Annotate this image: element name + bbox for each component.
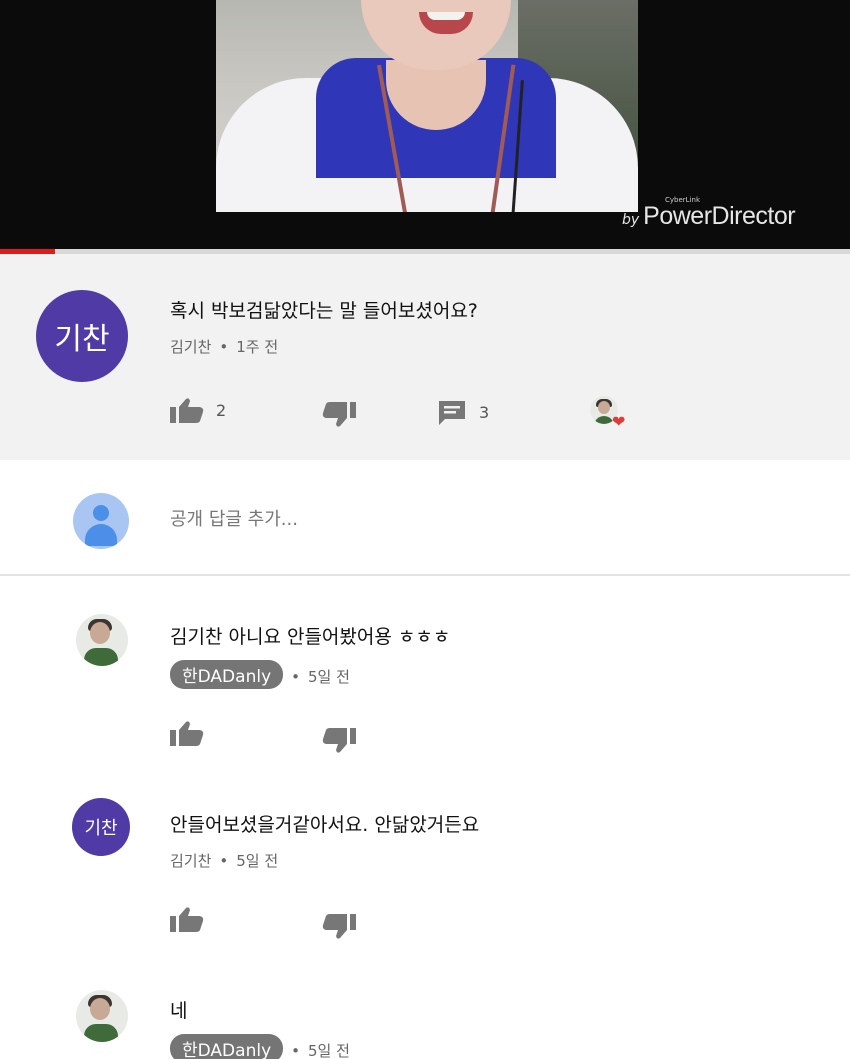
reply-input[interactable] [170, 502, 790, 536]
reply-meta: 한DADanly • 5일 전 [170, 1034, 350, 1059]
watermark-brand: PowerDirector [643, 202, 796, 230]
comment-author[interactable]: 김기찬 [170, 338, 211, 356]
thumbs-up-icon [170, 397, 204, 423]
reply-item: 네 한DADanly • 5일 전 [0, 978, 850, 1059]
reply-author-avatar[interactable]: 기찬 [72, 798, 130, 856]
reply-time: 5일 전 [236, 852, 279, 870]
author-chip[interactable]: 한DADanly [170, 1034, 284, 1059]
comment-icon [437, 399, 467, 425]
thumbs-down-icon [322, 402, 356, 428]
separator-dot: • [291, 668, 300, 686]
user-avatar [73, 493, 129, 549]
reply-time: 5일 전 [308, 1042, 350, 1059]
reply-meta: 한DADanly • 5일 전 [170, 660, 350, 689]
powerdirector-watermark: by PowerDirector [622, 202, 796, 231]
thumbs-up-icon [170, 720, 204, 746]
reply-text: 안들어보셨을거같아서요. 안닮았거든요 [170, 814, 480, 836]
dislike-button[interactable] [322, 728, 356, 754]
like-button[interactable] [170, 720, 204, 746]
dislike-button[interactable] [322, 914, 356, 940]
teeth [427, 12, 465, 20]
dislike-button[interactable] [322, 402, 356, 428]
separator-dot: • [219, 852, 229, 870]
separator-dot: • [291, 1042, 300, 1059]
like-button[interactable] [170, 906, 204, 932]
reply-item: 기찬 안들어보셨을거같아서요. 안닮았거든요 김기찬 • 5일 전 [0, 790, 850, 960]
heart-icon: ❤ [612, 412, 626, 431]
reply-author-avatar[interactable] [76, 614, 128, 666]
comment-time: 1주 전 [236, 338, 279, 356]
video-player[interactable]: CyberLink by PowerDirector [0, 0, 850, 250]
reply-time: 5일 전 [308, 668, 350, 686]
author-chip[interactable]: 한DADanly [170, 660, 284, 689]
reply-author[interactable]: 김기찬 [170, 852, 211, 870]
reply-item: 김기찬 아니요 안들어봤어용 ㅎㅎㅎ 한DADanly • 5일 전 [0, 600, 850, 770]
add-reply-row [0, 460, 850, 576]
video-frame [216, 0, 638, 212]
separator-dot: • [219, 338, 229, 356]
reply-text: 김기찬 아니요 안들어봤어용 ㅎㅎㅎ [170, 626, 451, 648]
watermark-by: by [622, 212, 640, 228]
author-avatar[interactable]: 기찬 [36, 290, 128, 382]
main-comment: 기찬 혹시 박보검닮았다는 말 들어보셨어요? 김기찬 • 1주 전 2 3 ❤ [0, 254, 850, 460]
reply-text: 네 [170, 1000, 188, 1022]
reply-author-avatar[interactable] [76, 990, 128, 1042]
reply-count: 3 [479, 402, 490, 422]
reply-meta: 김기찬 • 5일 전 [170, 850, 278, 871]
thumbs-down-icon [322, 914, 356, 940]
reply-count-button[interactable]: 3 [437, 399, 489, 425]
like-button[interactable]: 2 [170, 397, 226, 423]
thumbs-down-icon [322, 728, 356, 754]
thumbs-up-icon [170, 906, 204, 932]
comment-text: 혹시 박보검닮았다는 말 들어보셨어요? [170, 300, 478, 322]
like-count: 2 [216, 400, 227, 420]
comment-meta: 김기찬 • 1주 전 [170, 336, 278, 357]
